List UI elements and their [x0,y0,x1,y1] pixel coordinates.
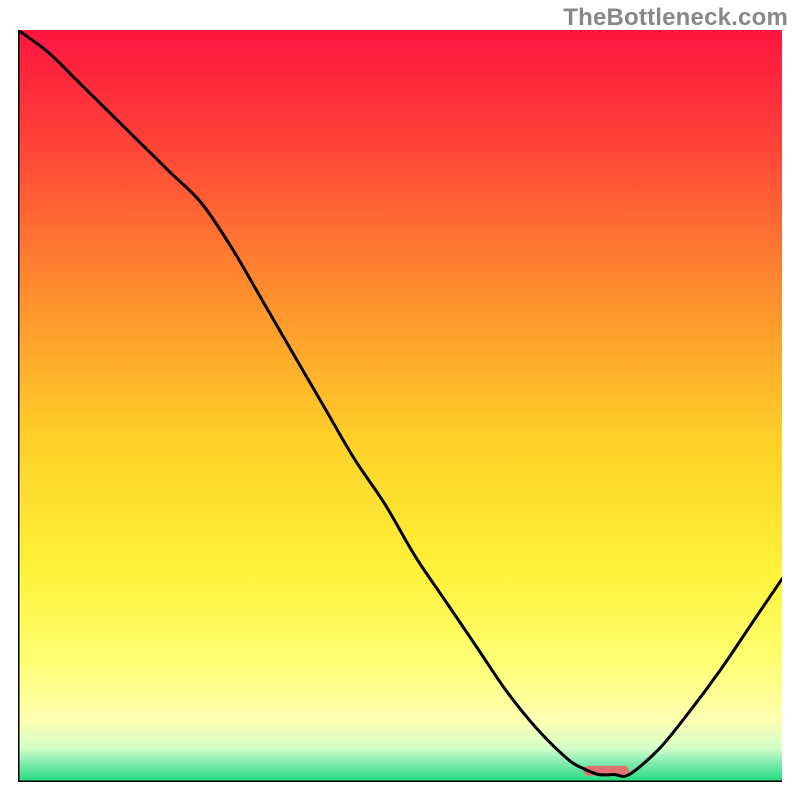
watermark-text: TheBottleneck.com [563,4,788,32]
gradient-background [18,30,782,782]
chart-container: TheBottleneck.com [0,0,800,800]
chart-svg [18,30,782,782]
plot-area [18,30,782,782]
